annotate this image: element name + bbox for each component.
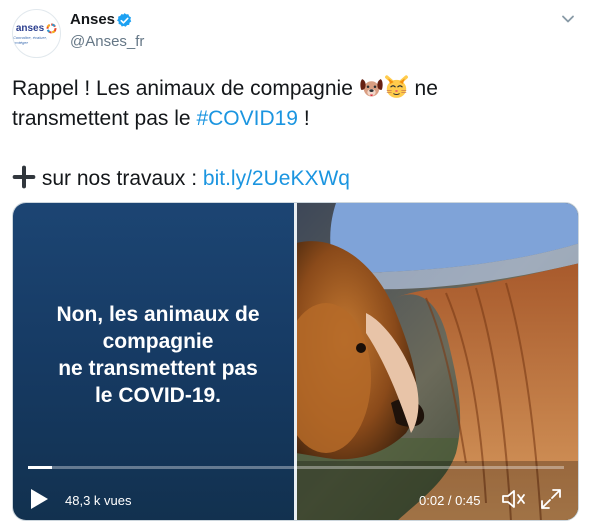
cat-face-icon bbox=[384, 75, 408, 98]
avatar-tagline: Connaître, évaluer, protéger bbox=[13, 34, 47, 45]
tweet-text: Rappel ! Les animaux de compagnie ne tra… bbox=[12, 74, 582, 194]
video-overlay-text: Non, les animaux de compagnie ne transme… bbox=[23, 301, 293, 409]
overlay-line: le COVID-19. bbox=[94, 384, 222, 407]
handle[interactable]: @Anses_fr bbox=[70, 33, 144, 50]
video-progress-fill bbox=[28, 466, 52, 469]
play-icon[interactable] bbox=[28, 487, 50, 511]
display-name[interactable]: Anses bbox=[70, 11, 115, 28]
heavy-plus-icon bbox=[12, 165, 36, 189]
tweet-text-part: Rappel ! Les animaux de compagnie bbox=[12, 77, 359, 100]
tweet-line-2: transmettent pas le #COVID19 ! bbox=[12, 104, 582, 134]
video-left-panel: Non, les animaux de compagnie ne transme… bbox=[13, 203, 296, 520]
fullscreen-icon[interactable] bbox=[539, 487, 563, 511]
tweet-text-part: ! bbox=[297, 107, 310, 130]
tweet-line-3: sur nos travaux : bit.ly/2UeKXWq bbox=[12, 164, 582, 194]
tweet-text-part: transmettent pas le bbox=[12, 107, 197, 130]
dog-and-girl-image bbox=[296, 203, 578, 520]
tweet-text-part: sur nos travaux : bbox=[36, 167, 203, 190]
verified-badge-icon bbox=[117, 13, 132, 27]
tweet-line-1: Rappel ! Les animaux de compagnie ne bbox=[12, 74, 582, 104]
overlay-line: compagnie bbox=[102, 330, 214, 353]
overlay-line: ne transmettent pas bbox=[58, 357, 258, 380]
dog-face-icon bbox=[360, 79, 383, 97]
video-divider bbox=[294, 203, 297, 520]
chevron-down-icon[interactable] bbox=[561, 12, 575, 26]
avatar-logo-text: anses bbox=[15, 22, 45, 34]
overlay-line: Non, les animaux de bbox=[56, 303, 260, 326]
video-time: 0:02 / 0:45 bbox=[419, 493, 481, 508]
video-player[interactable]: Non, les animaux de compagnie ne transme… bbox=[12, 202, 579, 521]
tweet-text-part: ne bbox=[408, 77, 438, 100]
video-progress-track[interactable] bbox=[28, 466, 564, 469]
anses-logo: anses bbox=[16, 23, 57, 34]
view-count: 48,3 k vues bbox=[65, 493, 132, 508]
volume-muted-icon[interactable] bbox=[501, 488, 527, 510]
short-link[interactable]: bit.ly/2UeKXWq bbox=[203, 167, 350, 190]
anses-logo-ring-icon bbox=[46, 23, 57, 33]
video-photo-dog-and-girl bbox=[296, 203, 578, 520]
hashtag-link[interactable]: #COVID19 bbox=[196, 107, 298, 130]
avatar[interactable]: anses Connaître, évaluer, protéger bbox=[12, 9, 61, 58]
